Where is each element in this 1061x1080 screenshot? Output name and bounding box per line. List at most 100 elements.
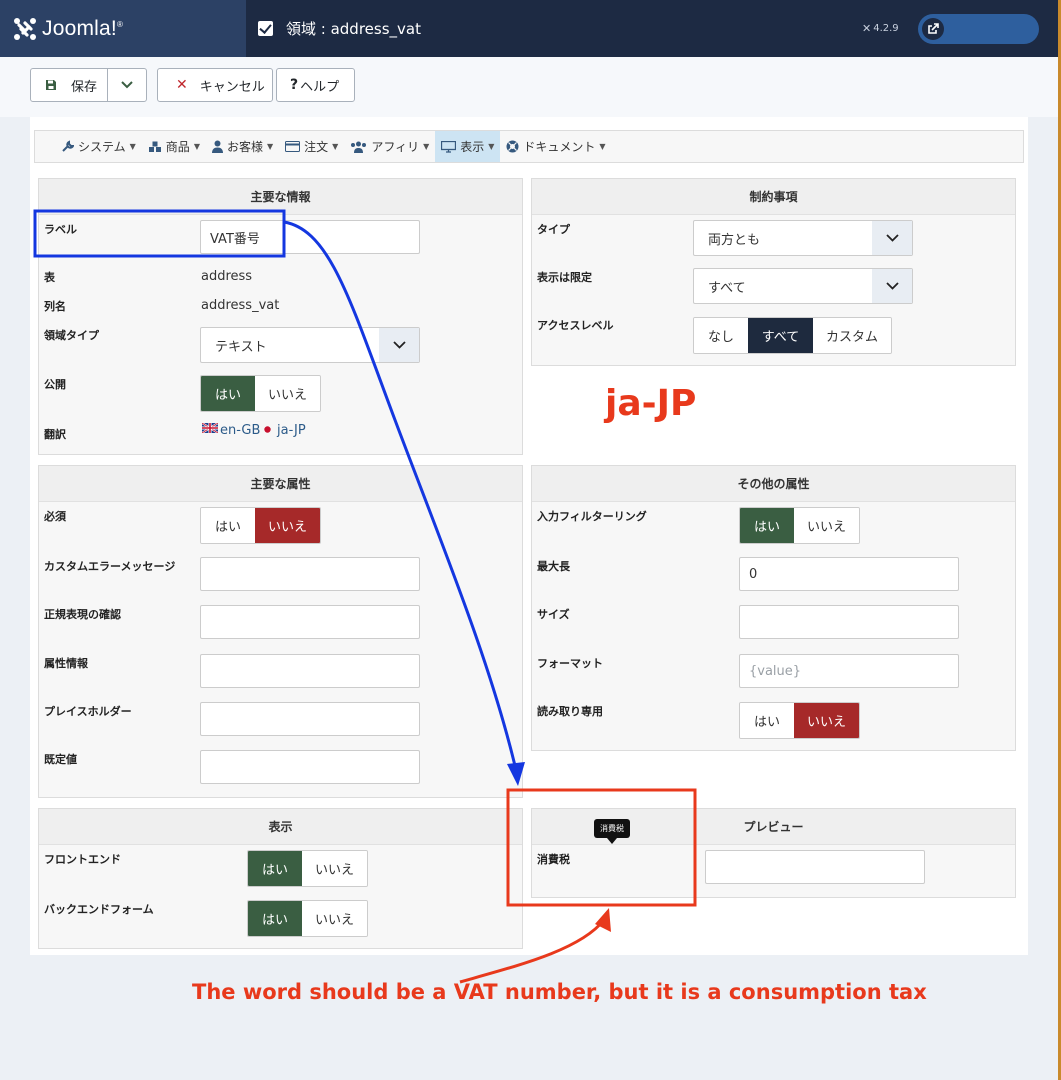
frontend-toggle: はい いいえ (247, 850, 368, 887)
access-level-toggle: なし すべて カスタム (693, 317, 892, 354)
cubes-icon (148, 141, 162, 153)
required-no-option[interactable]: いいえ (255, 508, 320, 543)
field-type-label: 領域タイプ (44, 329, 99, 342)
display-limit-select[interactable]: すべて (693, 268, 913, 304)
size-input[interactable] (739, 605, 959, 639)
access-none-option[interactable]: なし (694, 318, 748, 353)
check-square-icon (258, 21, 273, 36)
readonly-label: 読み取り専用 (537, 705, 603, 718)
uk-flag-icon (202, 422, 218, 433)
view-site-button[interactable] (918, 14, 1039, 44)
locale-annotation: ja-JP (605, 383, 697, 424)
chevron-down-icon (872, 221, 912, 255)
access-custom-option[interactable]: カスタム (813, 318, 891, 353)
page-title: 領域 : address_vat (258, 0, 421, 57)
field-type-select[interactable]: テキスト (200, 327, 420, 363)
cancel-button[interactable]: ✕ キャンセル (157, 68, 273, 102)
version-text: 4.2.9 (873, 23, 899, 34)
max-length-input[interactable]: 0 (739, 557, 959, 591)
lang-link-en-gb[interactable]: en-GB (202, 422, 260, 438)
preview-field-label: 消費税 (537, 853, 570, 866)
menu-orders[interactable]: 注文 ▼ (279, 131, 344, 162)
publish-no-option[interactable]: いいえ (255, 376, 320, 411)
component-menu: システム ▼ 商品 ▼ お客様 ▼ 注文 ▼ アフィリ ▼ 表示 ▼ ドキュメン… (34, 130, 1024, 163)
question-icon: ? (290, 77, 299, 93)
app-window: Joomla!® 領域 : address_vat ✕ 4.2.9 保存 ✕ キ… (0, 0, 1061, 1080)
default-value-input[interactable] (200, 750, 420, 784)
menu-system[interactable]: システム ▼ (55, 131, 142, 162)
fieldset-heading: 制約事項 (532, 179, 1015, 215)
fieldset-heading: 主要な属性 (39, 466, 522, 502)
menu-products[interactable]: 商品 ▼ (142, 131, 206, 162)
access-all-option[interactable]: すべて (748, 318, 813, 353)
preview-tooltip: 消費税 (594, 819, 630, 844)
readonly-no-option[interactable]: いいえ (794, 703, 859, 738)
desktop-icon (441, 140, 457, 153)
save-button[interactable]: 保存 (31, 69, 108, 101)
user-icon (211, 140, 223, 153)
top-header: Joomla!® 領域 : address_vat ✕ 4.2.9 (0, 0, 1058, 57)
page-title-text: 領域 : address_vat (286, 20, 421, 38)
required-yes-option[interactable]: はい (201, 508, 255, 543)
column-label: 列名 (44, 300, 66, 313)
credit-card-icon (285, 141, 301, 152)
error-message-label: カスタムエラーメッセージ (44, 560, 176, 573)
column-value: address_vat (201, 298, 280, 313)
attributes-input[interactable] (200, 654, 420, 688)
type-select[interactable]: 両方とも (693, 220, 913, 256)
table-value: address (201, 269, 253, 284)
menu-customers[interactable]: お客様 ▼ (206, 131, 279, 162)
label-input[interactable]: VAT番号 (200, 220, 420, 254)
version-info: ✕ 4.2.9 (862, 22, 899, 35)
lang-link-ja-jp[interactable]: ja-JP (263, 423, 306, 438)
regex-input[interactable] (200, 605, 420, 639)
error-message-input[interactable] (200, 557, 420, 591)
chevron-down-icon (872, 269, 912, 303)
attributes-label: 属性情報 (44, 657, 88, 670)
display-fieldset: 表示 フロントエンド はい いいえ バックエンドフォーム はい いいえ (38, 808, 523, 949)
backend-no-option[interactable]: いいえ (302, 901, 367, 936)
frontend-label: フロントエンド (44, 853, 121, 866)
close-icon: ✕ (176, 77, 188, 93)
joomla-logo-icon (12, 16, 38, 42)
joomla-logo[interactable]: Joomla!® (0, 0, 246, 57)
size-label: サイズ (537, 608, 570, 621)
menu-affiliates[interactable]: アフィリ ▼ (344, 131, 435, 162)
frontend-yes-option[interactable]: はい (248, 851, 302, 886)
menu-documents[interactable]: ドキュメント ▼ (500, 131, 611, 162)
logo-text: Joomla!® (42, 16, 124, 40)
input-filter-label: 入力フィルターリング (537, 510, 647, 523)
frontend-no-option[interactable]: いいえ (302, 851, 367, 886)
readonly-toggle: はい いいえ (739, 702, 860, 739)
filter-no-option[interactable]: いいえ (794, 508, 859, 543)
preview-input[interactable] (705, 850, 925, 884)
issue-annotation: The word should be a VAT number, but it … (192, 980, 927, 1004)
help-button[interactable]: ? ヘルプ (276, 68, 355, 102)
publish-label: 公開 (44, 378, 66, 391)
backend-label: バックエンドフォーム (44, 903, 154, 916)
save-dropdown-toggle[interactable] (108, 81, 146, 89)
type-label: タイプ (537, 223, 570, 236)
joomla-small-icon: ✕ (862, 22, 872, 35)
translation-label: 翻訳 (44, 428, 66, 441)
fieldset-heading: 主要な情報 (39, 179, 522, 215)
format-label: フォーマット (537, 657, 603, 670)
format-input[interactable]: {value} (739, 654, 959, 688)
menu-display[interactable]: 表示 ▼ (435, 131, 501, 162)
filter-yes-option[interactable]: はい (740, 508, 794, 543)
backend-yes-option[interactable]: はい (248, 901, 302, 936)
regex-label: 正規表現の確認 (44, 608, 121, 621)
external-link-icon (922, 18, 944, 40)
placeholder-input[interactable] (200, 702, 420, 736)
floppy-disk-icon (45, 79, 57, 91)
fieldset-heading: その他の属性 (532, 466, 1015, 502)
readonly-yes-option[interactable]: はい (740, 703, 794, 738)
publish-toggle: はい いいえ (200, 375, 321, 412)
publish-yes-option[interactable]: はい (201, 376, 255, 411)
required-toggle: はい いいえ (200, 507, 321, 544)
input-filter-toggle: はい いいえ (739, 507, 860, 544)
label-label: ラベル (44, 223, 77, 236)
other-attributes-fieldset: その他の属性 入力フィルターリング はい いいえ 最大長 0 サイズ フォーマッ… (531, 465, 1016, 751)
chevron-down-icon (121, 81, 133, 89)
japan-flag-icon (263, 423, 272, 433)
